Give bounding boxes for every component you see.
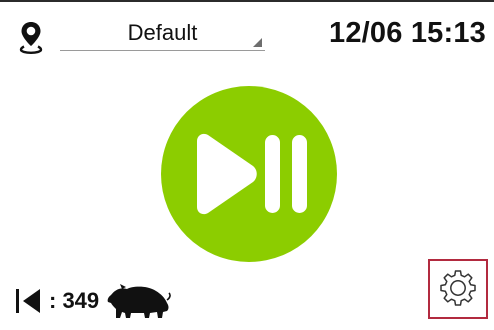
play-pause-icon <box>197 133 307 215</box>
gear-icon <box>440 270 476 306</box>
animal-counter: : 349 <box>14 283 171 319</box>
location-pin-icon <box>19 22 43 54</box>
profile-dropdown-value: Default <box>127 20 198 45</box>
back-arrow-icon[interactable] <box>14 286 44 316</box>
settings-button[interactable] <box>428 259 488 319</box>
profile-dropdown[interactable]: Default <box>60 15 265 51</box>
animal-count: : 349 <box>49 288 100 313</box>
top-divider <box>0 0 494 2</box>
play-pause-button[interactable] <box>161 86 337 262</box>
date-time-display: 12/06 15:13 <box>329 17 486 49</box>
pig-icon <box>107 284 171 318</box>
dropdown-corner-icon <box>253 38 262 47</box>
